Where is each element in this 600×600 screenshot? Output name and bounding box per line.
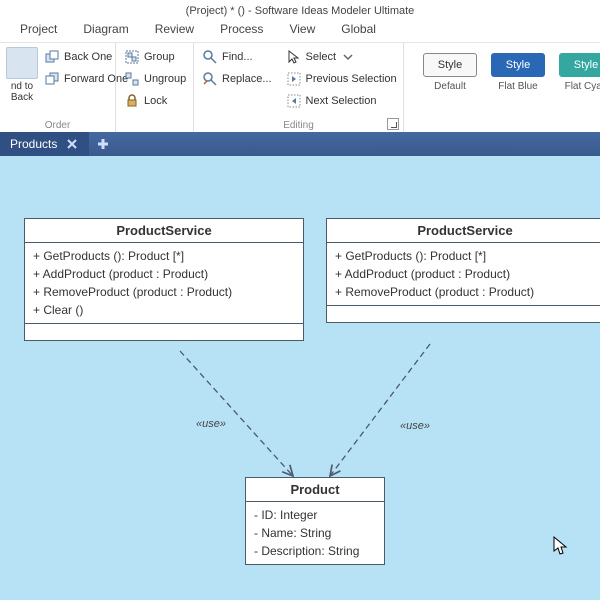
ungroup-button[interactable]: Ungroup — [122, 69, 187, 89]
use-label-2: «use» — [400, 420, 430, 432]
ungroup-icon — [124, 71, 140, 87]
editing-dialog-launcher[interactable] — [387, 118, 399, 130]
class-empty-compartment — [327, 306, 600, 322]
use-label-1: «use» — [196, 418, 226, 430]
group-label-editing: Editing — [194, 120, 403, 131]
select-button[interactable]: Select — [284, 47, 399, 67]
prev-selection-icon — [286, 71, 302, 87]
lock-button[interactable]: Lock — [122, 91, 187, 111]
forward-one-icon — [44, 71, 60, 87]
group-label-order: Order — [0, 120, 115, 131]
style-flat-blue[interactable]: Style Flat Blue — [488, 53, 548, 92]
group-icon — [124, 49, 140, 65]
tab-products[interactable]: Products — [0, 132, 89, 156]
menu-review[interactable]: Review — [155, 22, 194, 42]
previous-selection-button[interactable]: Previous Selection — [284, 69, 399, 89]
class-operations: + GetProducts (): Product [*] + AddProdu… — [327, 243, 600, 306]
ribbon-group-editing: Find... Replace... Select Previous Selec… — [194, 43, 404, 132]
replace-icon — [202, 71, 218, 87]
ribbon-group-styles: Style Default Style Flat Blue Style Flat… — [404, 43, 600, 132]
ribbon-group-order: nd to Back Back One Forward One Order — [0, 43, 116, 132]
add-tab-button[interactable] — [89, 132, 117, 156]
close-tab-icon[interactable] — [65, 137, 79, 151]
ribbon: nd to Back Back One Forward One Order Gr… — [0, 42, 600, 132]
title-bar: (Project) * () - Software Ideas Modeler … — [0, 0, 600, 22]
class-name: ProductService — [327, 219, 600, 243]
menu-global[interactable]: Global — [341, 22, 376, 42]
class-product[interactable]: Product - ID: Integer - Name: String - D… — [245, 477, 385, 565]
back-one-icon — [44, 49, 60, 65]
send-to-back-icon — [6, 47, 38, 79]
ribbon-group-grouping: Group Ungroup Lock — [116, 43, 194, 132]
style-default[interactable]: Style Default — [420, 53, 480, 92]
replace-button[interactable]: Replace... — [200, 69, 274, 89]
menu-diagram[interactable]: Diagram — [83, 22, 128, 42]
send-to-back-button[interactable]: nd to Back — [6, 47, 38, 103]
class-operations: + GetProducts (): Product [*] + AddProdu… — [25, 243, 303, 324]
menu-bar: Project Diagram Review Process View Glob… — [0, 22, 600, 42]
chevron-down-icon — [340, 49, 356, 65]
lock-icon — [124, 93, 140, 109]
menu-process[interactable]: Process — [220, 22, 263, 42]
find-button[interactable]: Find... — [200, 47, 274, 67]
select-icon — [286, 49, 302, 65]
menu-project[interactable]: Project — [20, 22, 57, 42]
find-icon — [202, 49, 218, 65]
style-flat-cyan[interactable]: Style Flat Cyan — [556, 53, 600, 92]
class-productservice-1[interactable]: ProductService + GetProducts (): Product… — [24, 218, 304, 341]
class-empty-compartment — [25, 324, 303, 340]
document-tab-strip: Products — [0, 132, 600, 156]
diagram-canvas[interactable]: ProductService + GetProducts (): Product… — [0, 156, 600, 600]
class-name: Product — [246, 478, 384, 502]
class-name: ProductService — [25, 219, 303, 243]
group-button[interactable]: Group — [122, 47, 187, 67]
next-selection-icon — [286, 93, 302, 109]
menu-view[interactable]: View — [289, 22, 315, 42]
next-selection-button[interactable]: Next Selection — [284, 91, 399, 111]
class-productservice-2[interactable]: ProductService + GetProducts (): Product… — [326, 218, 600, 323]
class-attributes: - ID: Integer - Name: String - Descripti… — [246, 502, 384, 564]
mouse-cursor-icon — [552, 536, 568, 561]
